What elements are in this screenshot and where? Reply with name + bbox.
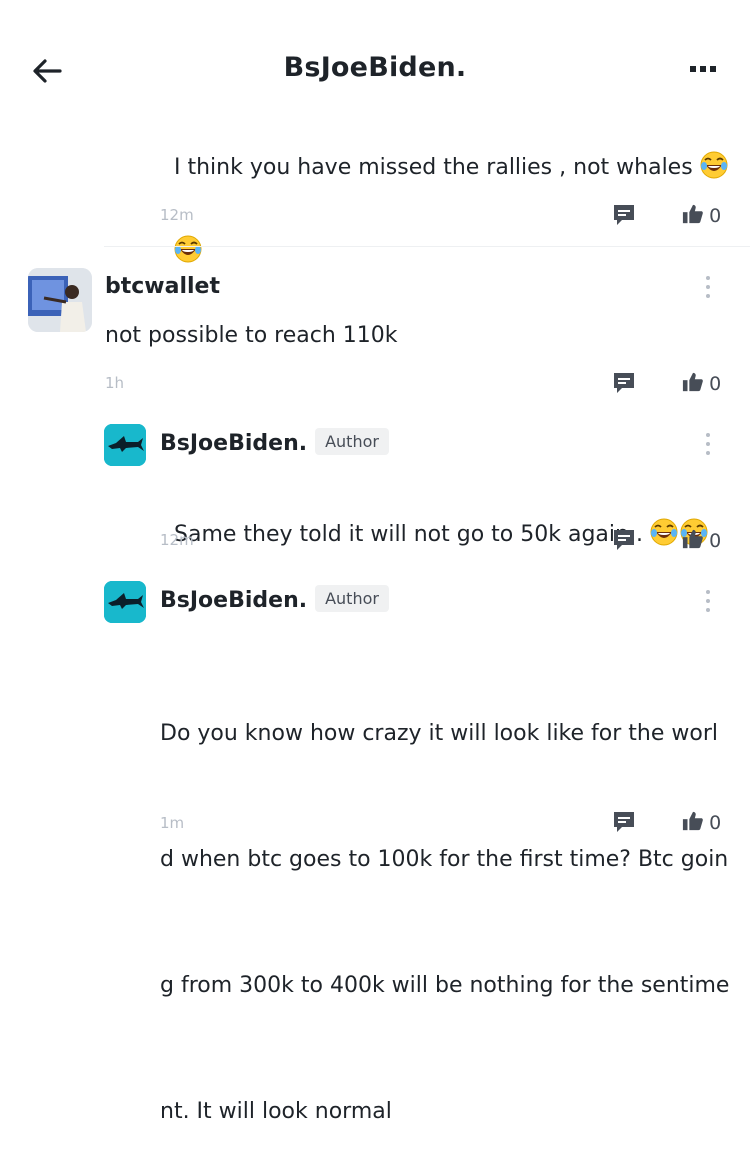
more-vertical-icon[interactable] [704, 588, 712, 614]
like-button[interactable]: 0 [682, 371, 721, 395]
username[interactable]: btcwallet [105, 274, 220, 299]
comment-body: Same they told it will not go to 50k aga… [160, 472, 735, 556]
laughing-tears-emoji [700, 151, 728, 179]
more-dot [700, 66, 706, 72]
username[interactable]: BsJoeBiden. [160, 431, 307, 456]
comment-icon[interactable] [612, 528, 636, 552]
thumbs-up-icon [682, 203, 704, 225]
comment-header: BsJoeBiden. Author [160, 428, 389, 456]
comment-header: BsJoeBiden. Author [160, 585, 389, 613]
comment-time: 1h [105, 374, 125, 392]
comment-time: 12m [160, 206, 194, 224]
laughing-tears-emoji [650, 518, 678, 546]
comment-line: nt. It will look normal [160, 1099, 392, 1124]
shark-avatar-image [104, 581, 146, 623]
comment-icon[interactable] [612, 371, 636, 395]
like-count: 0 [709, 812, 722, 834]
author-badge: Author [315, 585, 389, 612]
more-dot [710, 66, 716, 72]
comment-icon[interactable] [612, 810, 636, 834]
avatar[interactable] [28, 268, 92, 332]
comment-body: I think you have missed the rallies , no… [160, 105, 735, 273]
user-avatar-image [28, 268, 92, 332]
comment-body: Do you know how crazy it will look like … [160, 629, 735, 1175]
more-options-button[interactable] [690, 66, 720, 76]
page-title: BsJoeBiden. [283, 52, 467, 83]
comment-line: Do you know how crazy it will look like … [160, 721, 718, 746]
laughing-tears-emoji [174, 235, 202, 263]
comment-line: g from 300k to 400k will be nothing for … [160, 973, 730, 998]
username[interactable]: BsJoeBiden. [160, 588, 307, 613]
comment-body: not possible to reach 110k [105, 323, 398, 348]
more-vertical-icon[interactable] [704, 431, 712, 457]
like-count: 0 [709, 205, 722, 227]
comment-time: 12m [160, 531, 194, 549]
avatar[interactable] [104, 424, 146, 466]
comment-icon[interactable] [612, 203, 636, 227]
comment-line: d when btc goes to 100k for the first ti… [160, 847, 729, 872]
avatar[interactable] [104, 581, 146, 623]
like-button[interactable]: 0 [682, 810, 721, 834]
divider [104, 246, 750, 247]
comment-time: 1m [160, 814, 185, 832]
shark-avatar-image [104, 424, 146, 466]
more-horizontal-icon [690, 66, 696, 72]
thumbs-up-icon [682, 810, 704, 832]
author-badge: Author [315, 428, 389, 455]
like-count: 0 [709, 530, 722, 552]
more-vertical-icon[interactable] [704, 274, 712, 300]
thumbs-up-icon [682, 371, 704, 393]
like-count: 0 [709, 373, 722, 395]
thumbs-up-icon [682, 528, 704, 550]
like-button[interactable]: 0 [682, 528, 721, 552]
like-button[interactable]: 0 [682, 203, 721, 227]
